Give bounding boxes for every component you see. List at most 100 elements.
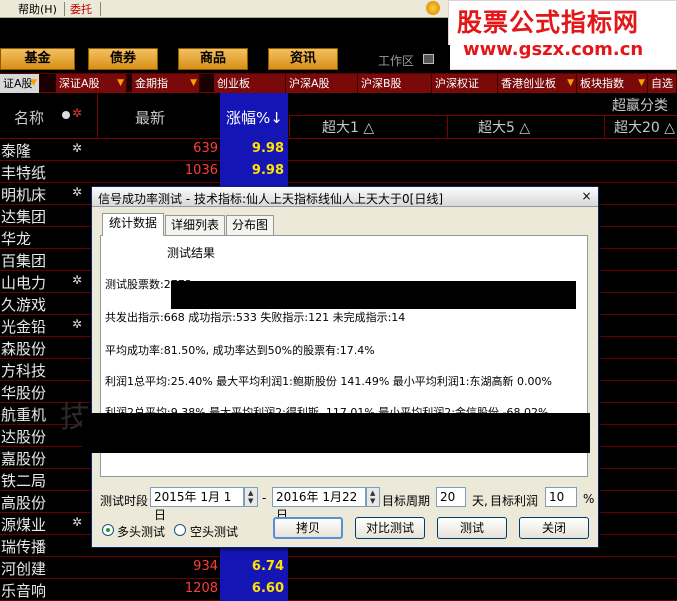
spin-up-icon[interactable]: ▲ xyxy=(370,489,375,497)
result-signal-counts: 共发出指示:668 成功指示:533 失败指示:121 未完成指示:14 xyxy=(105,311,406,324)
stock-change-cell: 9.98 xyxy=(220,139,288,161)
column-divider xyxy=(97,93,98,139)
target-period-label: 目标周期 xyxy=(382,494,431,508)
stock-price: 1036 xyxy=(184,163,218,178)
dropdown-arrow-icon: ▼ xyxy=(567,78,574,88)
start-date-spinner[interactable]: ▲ ▼ xyxy=(244,487,258,507)
stock-price: 1208 xyxy=(184,581,218,596)
dialog-titlebar[interactable]: 信号成功率测试 - 技术指标:仙人上天指标线仙人上天大于0[日线] × xyxy=(92,187,598,207)
short-test-label[interactable]: 空头测试 xyxy=(190,523,238,540)
stock-row[interactable]: 河创建 934 6.74 xyxy=(0,557,677,579)
menu-entrust[interactable]: 委托 xyxy=(70,1,92,17)
percent-label: % xyxy=(583,492,595,506)
stock-name: 河创建 xyxy=(1,560,47,578)
test-button[interactable]: 测试 xyxy=(437,517,507,539)
column-divider xyxy=(604,115,605,139)
stock-name: 森股份 xyxy=(1,340,47,358)
start-date-picker[interactable]: 2015年 1月 1日 xyxy=(150,487,244,522)
spin-down-icon[interactable]: ▼ xyxy=(248,497,253,505)
column-name-header[interactable]: 名称 xyxy=(14,107,44,128)
tab-label: 板块指数 xyxy=(580,77,624,90)
tab-label: 深证A股 xyxy=(59,77,100,90)
stock-change: 6.74 xyxy=(251,559,284,574)
gear-icon: ✲ xyxy=(72,141,83,155)
stock-row[interactable]: 丰特纸 1036 9.98 xyxy=(0,161,677,183)
gear-icon: ✲ xyxy=(72,515,83,529)
close-button[interactable]: 关闭 xyxy=(519,517,589,539)
column-super20-header[interactable]: 超大20 △ xyxy=(614,117,675,137)
dropdown-arrow-icon: ▼ xyxy=(190,78,197,88)
category-fund-button[interactable]: 基金 xyxy=(0,48,75,70)
result-profit1: 利润1总平均:25.40% 最大平均利润1:鲍斯股份 141.49% 最小平均利… xyxy=(105,375,552,388)
category-bond-button[interactable]: 债券 xyxy=(88,48,158,70)
tab-shenzhen-a[interactable]: 深证A股 ▼ xyxy=(56,74,127,93)
tab-a-shares[interactable]: 证A股 ▼ xyxy=(0,74,40,93)
menu-help[interactable]: 帮助(H) xyxy=(18,1,57,17)
column-latest-header[interactable]: 最新 xyxy=(135,107,165,128)
column-change-label: 涨幅%↓ xyxy=(226,109,283,127)
tab-distribution[interactable]: 分布图 xyxy=(226,215,274,235)
tab-hk-growth[interactable]: 香港创业板 ▼ xyxy=(498,74,577,93)
category-news-button[interactable]: 资讯 xyxy=(268,48,338,70)
tray-app-icon[interactable] xyxy=(426,1,440,15)
tab-statistics[interactable]: 统计数据 xyxy=(102,213,164,236)
stock-name: 华股份 xyxy=(1,384,47,402)
copy-button[interactable]: 拷贝 xyxy=(273,517,343,539)
dropdown-arrow-icon: ▼ xyxy=(30,78,37,88)
tab-watchlist[interactable]: 自选 xyxy=(648,74,677,93)
column-super-group-header: 超赢分类 xyxy=(612,98,668,114)
target-profit-input[interactable]: 10 xyxy=(545,487,577,507)
tab-financial-futures[interactable]: 金期指 ▼ xyxy=(132,74,200,93)
tab-hs-b[interactable]: 沪深B股 xyxy=(358,74,432,93)
column-divider xyxy=(289,115,290,139)
workarea-label[interactable]: 工作区 xyxy=(378,52,414,69)
spin-down-icon[interactable]: ▼ xyxy=(370,497,375,505)
stock-name: 山电力 xyxy=(1,274,47,292)
end-date-picker[interactable]: 2016年 1月22日 xyxy=(272,487,366,522)
results-title: 测试结果 xyxy=(167,246,216,260)
tab-growth-board[interactable]: 创业板 xyxy=(214,74,286,93)
tab-label: 自选 xyxy=(651,77,673,90)
stock-change: 9.98 xyxy=(251,141,284,156)
date-range-dash: - xyxy=(262,491,267,505)
stock-row[interactable]: 乐音响 1208 6.60 xyxy=(0,579,677,601)
column-super1-header[interactable]: 超大1 △ xyxy=(322,117,374,137)
column-change-header[interactable]: 涨幅%↓ xyxy=(220,93,288,139)
column-divider xyxy=(447,115,448,139)
category-commodity-button[interactable]: 商品 xyxy=(178,48,248,70)
workarea-mail-icon[interactable] xyxy=(423,54,434,64)
stock-name: 瑞传播 xyxy=(1,538,47,556)
long-test-radio[interactable] xyxy=(102,524,114,536)
tab-hs-a[interactable]: 沪深A股 xyxy=(286,74,358,93)
gear-icon: ✲ xyxy=(72,273,83,287)
tab-sector-index[interactable]: 板块指数 ▼ xyxy=(577,74,648,93)
long-test-label[interactable]: 多头测试 xyxy=(117,523,165,540)
stock-change-cell: 9.98 xyxy=(220,161,288,183)
stock-row[interactable]: 泰隆 ✲ 639 9.98 xyxy=(0,139,677,161)
stock-change: 6.60 xyxy=(251,581,284,596)
signal-test-dialog: 信号成功率测试 - 技术指标:仙人上天指标线仙人上天大于0[日线] × 统计数据… xyxy=(82,186,599,548)
short-test-radio[interactable] xyxy=(174,524,186,536)
end-date-spinner[interactable]: ▲ ▼ xyxy=(366,487,380,507)
target-profit-label: 目标利润 xyxy=(490,494,539,508)
column-super5-header[interactable]: 超大5 △ xyxy=(478,117,530,137)
tab-label: 沪深A股 xyxy=(289,77,330,90)
stock-name: 百集团 xyxy=(1,252,47,270)
redaction-bar xyxy=(171,281,576,309)
stock-name: 达集团 xyxy=(1,208,47,226)
watermark-title: 股票公式指标网 xyxy=(457,8,640,37)
spin-up-icon[interactable]: ▲ xyxy=(248,489,253,497)
tab-hs-warrants[interactable]: 沪深权证 xyxy=(432,74,498,93)
gear-icon[interactable]: ✲ xyxy=(72,106,82,120)
dropdown-arrow-icon: ▼ xyxy=(638,78,645,88)
close-icon[interactable]: × xyxy=(579,190,594,204)
menu-separator xyxy=(100,2,101,16)
stock-name: 丰特纸 xyxy=(1,164,47,182)
stock-name: 铁二局 xyxy=(1,472,47,490)
target-period-input[interactable]: 20 xyxy=(436,487,466,507)
compare-test-button[interactable]: 对比测试 xyxy=(355,517,425,539)
menu-separator xyxy=(64,2,65,16)
stock-name: 高股份 xyxy=(1,494,47,512)
tab-label: 沪深B股 xyxy=(361,77,402,90)
tab-detail-list[interactable]: 详细列表 xyxy=(165,215,225,235)
